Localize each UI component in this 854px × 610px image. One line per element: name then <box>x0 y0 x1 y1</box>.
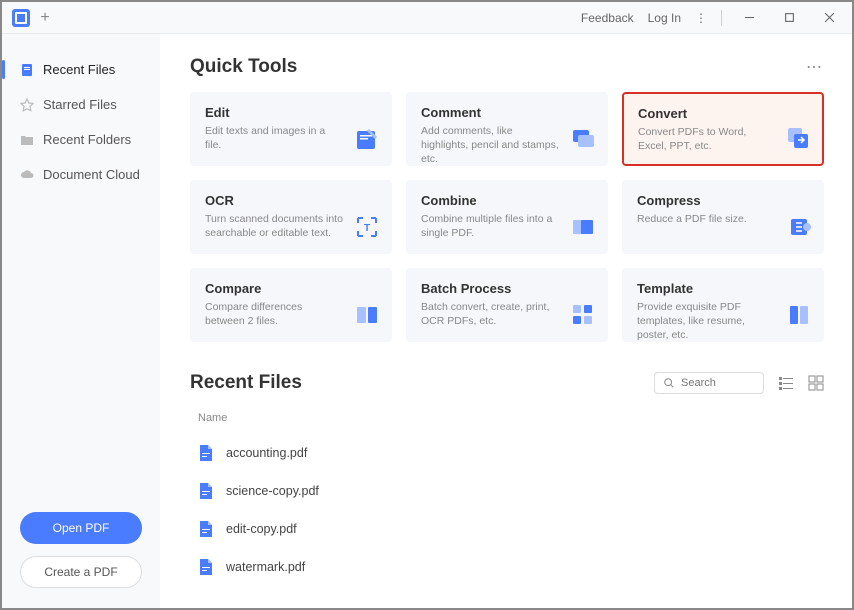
tool-title: Convert <box>638 106 808 121</box>
tool-title: Compare <box>205 281 377 296</box>
feedback-link[interactable]: Feedback <box>581 11 634 25</box>
combine-icon <box>571 215 595 239</box>
cloud-icon <box>20 168 34 182</box>
folder-icon <box>20 133 34 147</box>
pdf-file-icon <box>198 444 214 462</box>
open-pdf-button[interactable]: Open PDF <box>20 512 142 544</box>
create-pdf-button[interactable]: Create a PDF <box>20 556 142 588</box>
tool-desc: Compare differences between 2 files. <box>205 300 377 328</box>
search-box[interactable] <box>654 372 764 394</box>
sidebar-item-document-cloud[interactable]: Document Cloud <box>2 157 160 192</box>
recent-files-title: Recent Files <box>190 372 302 394</box>
svg-text:T: T <box>364 223 370 234</box>
tool-title: Batch Process <box>421 281 593 296</box>
convert-icon <box>786 126 810 150</box>
app-logo-icon <box>12 9 30 27</box>
file-icon <box>20 63 34 77</box>
tool-desc: Convert PDFs to Word, Excel, PPT, etc. <box>638 125 808 153</box>
tool-desc: Turn scanned documents into searchable o… <box>205 212 377 240</box>
tool-card-compare[interactable]: Compare Compare differences between 2 fi… <box>190 268 392 342</box>
tool-desc: Batch convert, create, print, OCR PDFs, … <box>421 300 593 328</box>
file-name: watermark.pdf <box>226 560 305 574</box>
tool-desc: Edit texts and images in a file. <box>205 124 377 152</box>
sidebar-item-starred-files[interactable]: Starred Files <box>2 87 160 122</box>
pdf-file-icon <box>198 482 214 500</box>
file-name: accounting.pdf <box>226 446 307 460</box>
pdf-file-icon <box>198 558 214 576</box>
batch-icon <box>571 303 595 327</box>
tool-card-compress[interactable]: Compress Reduce a PDF file size. <box>622 180 824 254</box>
list-view-button[interactable] <box>778 375 794 391</box>
maximize-button[interactable] <box>776 8 802 28</box>
close-button[interactable] <box>816 8 842 28</box>
titlebar: + Feedback Log In ⋮ <box>2 2 852 34</box>
tool-card-convert[interactable]: Convert Convert PDFs to Word, Excel, PPT… <box>622 92 824 166</box>
minimize-button[interactable] <box>736 8 762 28</box>
tool-card-combine[interactable]: Combine Combine multiple files into a si… <box>406 180 608 254</box>
file-item[interactable]: accounting.pdf <box>190 434 824 472</box>
tool-card-comment[interactable]: Comment Add comments, like highlights, p… <box>406 92 608 166</box>
sidebar-label: Recent Files <box>43 62 115 77</box>
file-name: edit-copy.pdf <box>226 522 297 536</box>
template-icon <box>787 303 811 327</box>
tool-card-edit[interactable]: Edit Edit texts and images in a file. <box>190 92 392 166</box>
sidebar-item-recent-folders[interactable]: Recent Folders <box>2 122 160 157</box>
more-tools-button[interactable]: ⋯ <box>806 57 824 77</box>
login-link[interactable]: Log In <box>648 11 681 25</box>
edit-icon <box>355 127 379 151</box>
tool-title: Template <box>637 281 809 296</box>
tool-desc: Add comments, like highlights, pencil an… <box>421 124 593 167</box>
tool-card-batch-process[interactable]: Batch Process Batch convert, create, pri… <box>406 268 608 342</box>
tool-desc: Provide exquisite PDF templates, like re… <box>637 300 809 343</box>
file-name: science-copy.pdf <box>226 484 319 498</box>
grid-view-button[interactable] <box>808 375 824 391</box>
sidebar-label: Document Cloud <box>43 167 140 182</box>
quick-tools-title: Quick Tools <box>190 56 297 78</box>
menu-dots-icon[interactable]: ⋮ <box>695 11 707 25</box>
sidebar-item-recent-files[interactable]: Recent Files <box>2 52 160 87</box>
compress-icon <box>787 215 811 239</box>
tool-title: Combine <box>421 193 593 208</box>
compare-icon <box>355 303 379 327</box>
tool-title: Comment <box>421 105 593 120</box>
tool-card-template[interactable]: Template Provide exquisite PDF templates… <box>622 268 824 342</box>
tool-card-ocr[interactable]: OCR Turn scanned documents into searchab… <box>190 180 392 254</box>
tool-title: OCR <box>205 193 377 208</box>
tool-desc: Combine multiple files into a single PDF… <box>421 212 593 240</box>
file-item[interactable]: edit-copy.pdf <box>190 510 824 548</box>
sidebar-label: Recent Folders <box>43 132 131 147</box>
search-icon <box>663 377 675 389</box>
tool-desc: Reduce a PDF file size. <box>637 212 809 226</box>
comment-icon <box>571 127 595 151</box>
search-input[interactable] <box>681 377 753 389</box>
pdf-file-icon <box>198 520 214 538</box>
divider <box>721 10 722 26</box>
star-icon <box>20 98 34 112</box>
tool-title: Compress <box>637 193 809 208</box>
sidebar: Recent Files Starred Files Recent Folder… <box>2 34 160 608</box>
ocr-icon: T <box>355 215 379 239</box>
file-item[interactable]: watermark.pdf <box>190 548 824 586</box>
new-tab-button[interactable]: + <box>38 11 52 25</box>
file-item[interactable]: science-copy.pdf <box>190 472 824 510</box>
name-column-header: Name <box>190 406 824 434</box>
tool-title: Edit <box>205 105 377 120</box>
sidebar-label: Starred Files <box>43 97 117 112</box>
